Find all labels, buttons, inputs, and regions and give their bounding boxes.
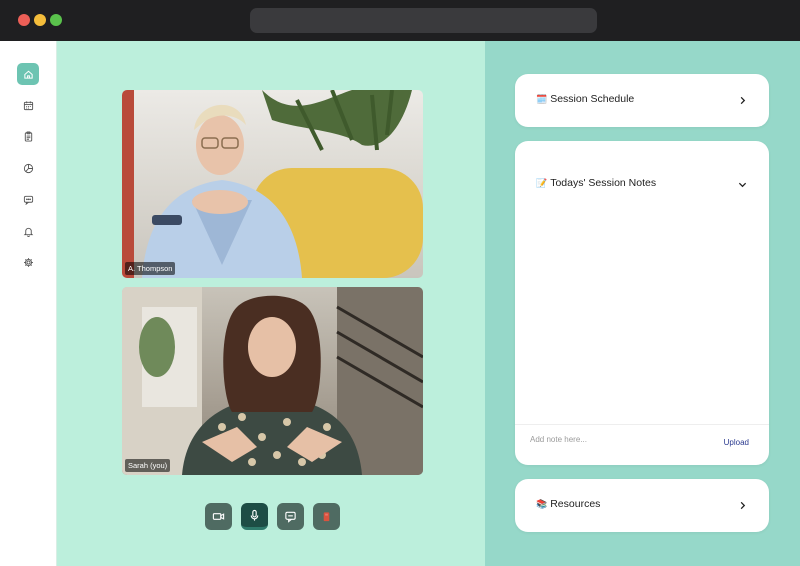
minimize-window-button[interactable] [34, 14, 46, 26]
settings-icon [23, 257, 33, 267]
analytics-nav-button[interactable] [17, 157, 39, 179]
microphone-icon [250, 509, 259, 521]
memo-emoji-icon: 📝 [536, 177, 548, 188]
participant-video-tile[interactable]: A. Thompson [122, 90, 423, 278]
upload-button[interactable]: Upload [724, 438, 749, 447]
settings-nav-button[interactable] [17, 251, 39, 273]
address-bar[interactable] [250, 8, 597, 33]
resources-label: Resources [550, 498, 601, 510]
home-icon [23, 70, 33, 79]
clipboard-icon [24, 130, 32, 142]
session-schedule-card[interactable]: 🗓️ Session Schedule [515, 74, 769, 127]
chevron-right-icon[interactable] [738, 501, 747, 510]
close-window-button[interactable] [18, 14, 30, 26]
end-call-button[interactable] [313, 503, 340, 530]
self-video-tile[interactable]: Sarah (you) [122, 287, 423, 475]
session-notes-label: Todays' Session Notes [550, 177, 657, 189]
session-schedule-title: 🗓️ Session Schedule [536, 93, 634, 105]
calendar-nav-button[interactable] [17, 94, 39, 116]
books-emoji-icon: 📚 [536, 498, 548, 509]
add-note-input[interactable] [530, 435, 700, 444]
chat-icon [23, 195, 33, 205]
pie-chart-icon [23, 163, 33, 173]
microphone-toggle-button[interactable] [241, 503, 268, 530]
session-notes-card: 📝 Todays' Session Notes Upload [515, 141, 769, 465]
window-titlebar [0, 0, 800, 41]
notifications-nav-button[interactable] [17, 220, 39, 242]
video-stage: A. Thompson Sarah (you) [57, 41, 485, 566]
self-video-feed [122, 287, 423, 475]
sidebar [0, 41, 57, 566]
calendar-emoji-icon: 🗓️ [536, 93, 548, 104]
chevron-down-icon[interactable] [738, 180, 747, 189]
bell-icon [23, 227, 33, 237]
resources-title: 📚 Resources [536, 498, 600, 510]
self-name-label: Sarah (you) [125, 459, 171, 472]
side-panel: 🗓️ Session Schedule 📝 Todays' Session No… [485, 41, 800, 566]
clipboard-nav-button[interactable] [17, 125, 39, 147]
camera-toggle-button[interactable] [205, 503, 232, 530]
call-controls [205, 503, 340, 530]
resources-card[interactable]: 📚 Resources [515, 479, 769, 532]
session-notes-title: 📝 Todays' Session Notes [536, 177, 656, 189]
chat-bubble-icon [285, 511, 296, 523]
calendar-icon [23, 100, 33, 110]
end-call-icon [323, 512, 330, 522]
chat-toggle-button[interactable] [277, 503, 304, 530]
session-schedule-label: Session Schedule [550, 93, 635, 105]
camera-icon [212, 513, 225, 520]
participant-name-label: A. Thompson [125, 262, 176, 275]
maximize-window-button[interactable] [50, 14, 62, 26]
chevron-right-icon[interactable] [738, 96, 747, 105]
participant-video-feed [122, 90, 423, 278]
home-nav-button[interactable] [17, 63, 39, 85]
notes-divider [515, 424, 769, 425]
messages-nav-button[interactable] [17, 188, 39, 210]
